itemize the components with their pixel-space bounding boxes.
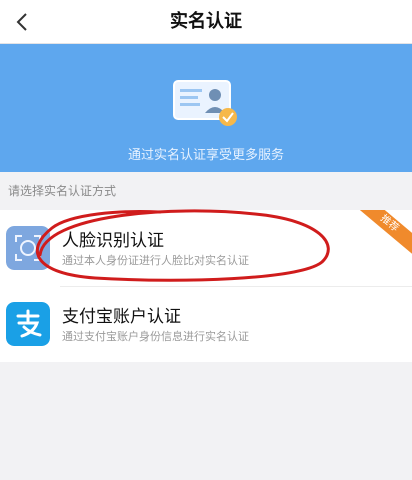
banner: 通过实名认证享受更多服务 (0, 44, 412, 172)
recommend-badge: 推荐 (352, 210, 412, 254)
method-list: 人脸识别认证 通过本人身份证进行人脸比对实名认证 推荐 支付宝账户认证 通过支付… (0, 210, 412, 362)
alipay-option[interactable]: 支付宝账户认证 通过支付宝账户身份信息进行实名认证 (0, 286, 412, 362)
face-recognition-option[interactable]: 人脸识别认证 通过本人身份证进行人脸比对实名认证 推荐 (0, 210, 412, 287)
banner-text: 通过实名认证享受更多服务 (127, 148, 284, 163)
page-title: 实名认证 (170, 11, 242, 32)
alipay-icon (6, 302, 50, 346)
alipay-option-title: 支付宝账户认证 (62, 307, 181, 327)
face-id-icon (6, 226, 50, 270)
face-option-description: 通过本人身份证进行人脸比对实名认证 (62, 254, 249, 267)
section-label: 请选择实名认证方式 (8, 184, 117, 198)
nav-bar: 实名认证 (0, 0, 412, 44)
id-card-icon (173, 80, 237, 126)
alipay-option-description: 通过支付宝账户身份信息进行实名认证 (62, 330, 249, 343)
face-option-title: 人脸识别认证 (62, 231, 164, 251)
